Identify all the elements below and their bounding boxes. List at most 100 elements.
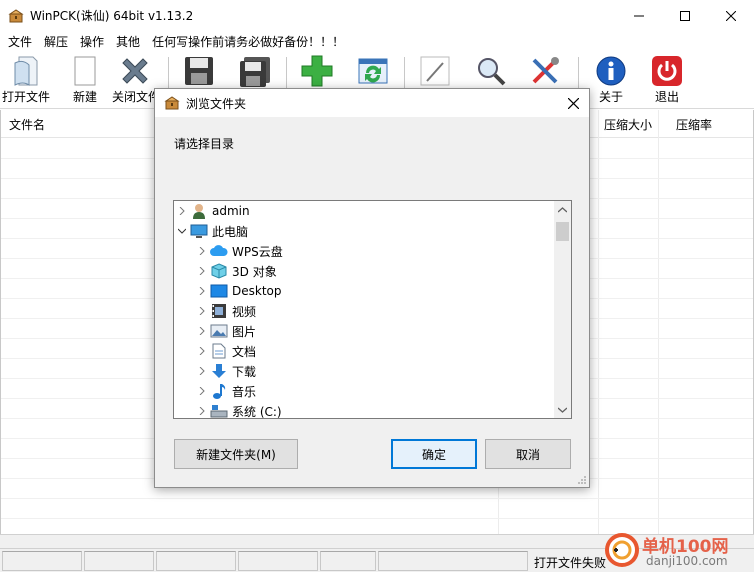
download-icon [210,363,228,379]
new-folder-button[interactable]: 新建文件夹(M) [174,439,298,469]
tree-item-admin[interactable]: admin [174,201,250,221]
tree-item-music[interactable]: 音乐 [194,381,256,401]
exit-label: 退出 [654,90,679,104]
close-icon [726,10,736,21]
exit-button[interactable]: 退出 [650,54,684,106]
chevron-right-icon[interactable] [194,343,210,359]
window-title: WinPCK(诛仙) 64bit v1.13.2 [30,9,194,23]
column-divider [598,110,599,534]
tree-item-label: 下载 [232,364,257,379]
chevron-right-icon[interactable] [194,403,210,418]
chevron-right-icon[interactable] [194,283,210,299]
menu-file[interactable]: 文件 [2,33,38,50]
status-cell [2,551,82,571]
tree-item-this-pc[interactable]: 此电脑 [174,221,248,241]
tree-item-label: WPS云盘 [232,244,283,259]
chevron-right-icon[interactable] [174,203,190,219]
minimize-icon [634,15,644,16]
drive-icon [210,403,228,418]
chevron-down-icon [558,407,567,413]
close-file-icon [118,54,152,88]
status-cell [378,551,528,571]
maximize-icon [680,10,690,21]
plus-icon [300,54,334,88]
maximize-button[interactable] [662,0,708,31]
tree-item-3d-objects[interactable]: 3D 对象 [194,261,277,281]
watermark-domain: danji100.com [646,554,728,568]
dialog-app-icon [164,95,180,111]
tree-item-label: 此电脑 [212,224,249,239]
tree-item-label: 图片 [232,324,257,339]
info-icon [594,54,628,88]
tree-item-wps-cloud[interactable]: WPS云盘 [194,241,283,261]
tools-icon [528,54,562,88]
new-label: 新建 [72,90,97,104]
tree-item-label: 3D 对象 [232,264,277,279]
status-cell [238,551,318,571]
close-window-button[interactable] [708,0,754,31]
status-cell [156,551,236,571]
status-cell [84,551,154,571]
resize-grip-icon[interactable] [577,475,587,485]
tree-item-label: Desktop [232,284,282,298]
menu-backup-warning[interactable]: 任何写操作前请务必做好备份！！！ [146,33,350,50]
chevron-right-icon[interactable] [194,263,210,279]
chevron-down-icon[interactable] [174,223,190,239]
chevron-right-icon[interactable] [194,303,210,319]
computer-icon [190,223,208,239]
tree-item-desktop[interactable]: Desktop [194,281,282,301]
menu-other[interactable]: 其他 [110,33,146,50]
dialog-close-button[interactable] [563,93,583,113]
about-button[interactable]: 关于 [594,54,628,106]
tree-item-label: 文档 [232,344,257,359]
document-icon [210,343,228,359]
minimize-button[interactable] [616,0,662,31]
status-message: 打开文件失败 [534,556,607,570]
tree-item-label: admin [212,204,250,218]
new-button[interactable]: 新建 [68,54,102,106]
menu-operate[interactable]: 操作 [74,33,110,50]
tree-vertical-scrollbar[interactable] [554,201,571,418]
tree-item-system-c[interactable]: 系统 (C:) [194,401,282,419]
open-file-icon [9,54,43,88]
close-file-button[interactable]: 关闭文件 [112,54,156,106]
new-file-icon [68,54,102,88]
chevron-up-icon [558,206,567,212]
browse-folder-dialog: 浏览文件夹 请选择目录 admin 此电脑 WPS云盘 3D 对象 Deskto… [154,88,590,488]
menu-extract[interactable]: 解压 [38,33,74,50]
ok-button[interactable]: 确定 [391,439,477,469]
tree-item-videos[interactable]: 视频 [194,301,256,321]
tree-item-downloads[interactable]: 下载 [194,361,256,381]
chevron-right-icon[interactable] [194,323,210,339]
scroll-up-button[interactable] [554,201,571,218]
column-ratio[interactable]: 压缩率 [676,116,712,133]
column-filename[interactable]: 文件名 [9,116,45,133]
chevron-right-icon[interactable] [194,383,210,399]
app-icon [8,8,24,24]
cancel-button[interactable]: 取消 [485,439,571,469]
row-divider [1,518,753,519]
column-compressed-size[interactable]: 压缩大小 [604,116,652,133]
music-icon [210,383,228,399]
open-file-button[interactable]: 打开文件 [2,54,50,106]
refresh-icon [356,54,390,88]
tree-item-pictures[interactable]: 图片 [194,321,256,341]
scroll-thumb[interactable] [556,222,569,241]
scroll-down-button[interactable] [554,401,571,418]
chevron-right-icon[interactable] [194,243,210,259]
dialog-title-bar: 浏览文件夹 [155,89,589,117]
chevron-right-icon[interactable] [194,363,210,379]
column-divider [658,110,659,534]
row-divider [1,498,753,499]
desktop-icon [210,283,228,299]
power-icon [650,54,684,88]
save-icon [182,54,216,88]
watermark: 单机100网 danji100.com [602,530,754,572]
tree-item-documents[interactable]: 文档 [194,341,256,361]
dialog-title: 浏览文件夹 [186,96,247,111]
tree-item-label: 系统 (C:) [232,404,282,419]
search-icon [474,54,508,88]
user-icon [190,203,208,219]
status-cell [320,551,376,571]
folder-tree[interactable]: admin 此电脑 WPS云盘 3D 对象 Desktop 视频 图片 文档 下… [173,200,572,419]
